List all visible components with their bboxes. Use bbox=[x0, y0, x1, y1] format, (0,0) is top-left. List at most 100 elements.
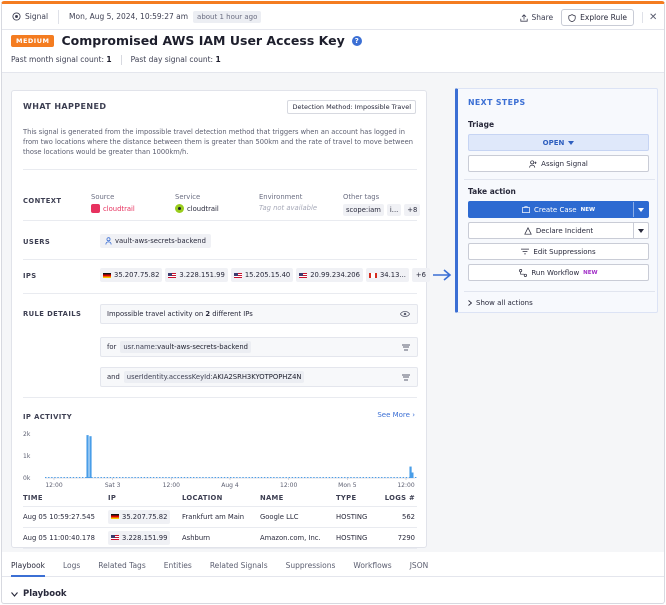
ip-pill[interactable]: 20.99.234.206 bbox=[296, 268, 363, 282]
service-value[interactable]: cloudtrail bbox=[187, 205, 219, 213]
baseline-bar bbox=[328, 477, 331, 478]
user-pill[interactable]: vault-aws-secrets-backend bbox=[100, 234, 211, 248]
baseline-bar bbox=[325, 477, 327, 478]
tab-json[interactable]: JSON bbox=[410, 555, 429, 577]
baseline-bar bbox=[196, 477, 198, 478]
baseline-bar bbox=[85, 477, 87, 478]
activity-bar bbox=[86, 435, 89, 478]
share-label: Share bbox=[531, 13, 554, 22]
create-case-button[interactable]: Create Case NEW bbox=[468, 201, 649, 218]
tab-suppressions[interactable]: Suppressions bbox=[286, 555, 336, 577]
column-header[interactable]: NAME bbox=[260, 491, 336, 507]
table-row[interactable]: Aug 05 10:59:27.545 35.207.75.82 Frankfu… bbox=[23, 506, 417, 528]
ip-value: 34.13... bbox=[379, 271, 406, 279]
service-key: Service bbox=[175, 193, 201, 201]
baseline-bar bbox=[297, 477, 300, 478]
tab-playbook[interactable]: Playbook bbox=[11, 555, 45, 577]
baseline-bar bbox=[115, 477, 118, 478]
baseline-bar bbox=[331, 477, 334, 478]
baseline-bar bbox=[223, 477, 226, 478]
source-value[interactable]: cloudtrail bbox=[103, 205, 135, 213]
past-month-label: Past month signal count: bbox=[11, 55, 104, 64]
baseline-bar bbox=[368, 477, 371, 478]
baseline-bar bbox=[45, 477, 47, 478]
take-action-label: Take action bbox=[468, 187, 516, 196]
filter-icon[interactable] bbox=[402, 343, 410, 352]
rule-icon bbox=[568, 13, 576, 22]
service-icon bbox=[175, 204, 184, 213]
baseline-bar bbox=[396, 477, 398, 478]
rule-line-1-count: 2 bbox=[205, 310, 211, 318]
rule-line-1: Impossible travel activity on 2 differen… bbox=[100, 304, 418, 324]
show-all-actions-toggle[interactable]: Show all actions bbox=[468, 299, 533, 307]
column-header[interactable]: IP bbox=[108, 491, 182, 507]
ips-more[interactable]: +6 bbox=[411, 268, 430, 282]
ip-activity-table: TIME IP LOCATION NAME TYPE LOGS # Aug 05… bbox=[23, 491, 417, 549]
environment-value: Tag not available bbox=[259, 204, 318, 212]
other-tags-more[interactable]: +8 bbox=[404, 204, 421, 216]
assign-signal-button[interactable]: Assign Signal bbox=[468, 155, 649, 172]
baseline-bar bbox=[94, 477, 96, 478]
past-month-count: 1 bbox=[106, 55, 112, 64]
rule-line-2: for usr.name:vault-aws-secrets-backend bbox=[100, 337, 418, 357]
tab-workflows[interactable]: Workflows bbox=[353, 555, 391, 577]
column-header[interactable]: LOCATION bbox=[182, 491, 260, 507]
tab-related-tags[interactable]: Related Tags bbox=[98, 555, 145, 577]
tab-logs[interactable]: Logs bbox=[63, 555, 80, 577]
table-row[interactable]: Aug 05 11:00:40.178 3.228.151.99 Ashburn… bbox=[23, 527, 417, 549]
ip-cell[interactable]: 35.207.75.82 bbox=[108, 506, 182, 528]
ip-pill[interactable]: 34.13... bbox=[365, 268, 409, 282]
column-header[interactable]: TYPE bbox=[336, 491, 381, 507]
list-icon bbox=[521, 248, 530, 255]
create-case-dropdown[interactable] bbox=[633, 202, 648, 217]
caret-down-icon bbox=[638, 228, 644, 233]
edit-suppressions-button[interactable]: Edit Suppressions bbox=[468, 243, 649, 260]
declare-incident-dropdown[interactable] bbox=[633, 223, 648, 238]
us-flag-icon bbox=[299, 272, 308, 278]
column-header[interactable]: TIME bbox=[23, 491, 108, 507]
status-dropdown[interactable]: OPEN bbox=[468, 134, 649, 151]
baseline-bar bbox=[310, 477, 312, 478]
x-tick-label: 12:00 bbox=[397, 482, 414, 489]
rule-query-key: userIdentity.accessKeyId:AKIA2SRH3KYOTPO… bbox=[123, 371, 305, 383]
baseline-bar bbox=[100, 477, 102, 478]
share-button[interactable]: Share bbox=[520, 13, 553, 22]
baseline-bar bbox=[245, 477, 247, 478]
explore-rule-button[interactable]: Explore Rule bbox=[561, 9, 634, 26]
baseline-bar bbox=[267, 477, 269, 478]
baseline-bar bbox=[125, 477, 127, 478]
rule-details-label: RULE DETAILS bbox=[23, 310, 82, 318]
help-icon[interactable]: ? bbox=[351, 35, 362, 46]
status-value: OPEN bbox=[542, 138, 565, 147]
other-tag-truncated[interactable]: i... bbox=[386, 204, 402, 216]
baseline-bar bbox=[374, 477, 377, 478]
eye-icon[interactable] bbox=[400, 311, 410, 317]
baseline-bar bbox=[106, 477, 109, 478]
see-more-link[interactable]: See More › bbox=[377, 411, 415, 419]
baseline-bar bbox=[313, 477, 315, 478]
baseline-bar bbox=[393, 477, 395, 478]
ip-cell[interactable]: 3.228.151.99 bbox=[108, 527, 182, 549]
ip-pill[interactable]: 35.207.75.82 bbox=[100, 268, 163, 282]
baseline-bar bbox=[236, 477, 238, 478]
close-icon[interactable]: ✕ bbox=[642, 12, 657, 23]
filter-icon[interactable] bbox=[402, 373, 410, 382]
us-flag-icon bbox=[233, 272, 242, 278]
baseline-bar bbox=[387, 477, 389, 478]
column-header[interactable]: LOGS # bbox=[381, 491, 417, 507]
baseline-bar bbox=[402, 477, 405, 478]
other-tag[interactable]: scope:iam bbox=[343, 204, 384, 216]
baseline-bar bbox=[239, 477, 241, 478]
declare-incident-button[interactable]: Declare Incident bbox=[468, 222, 649, 239]
ip-pill[interactable]: 15.205.15.40 bbox=[230, 268, 294, 282]
ip-pill[interactable]: 3.228.151.99 bbox=[165, 268, 228, 282]
tab-related-signals[interactable]: Related Signals bbox=[210, 555, 268, 577]
run-workflow-button[interactable]: Run Workflow NEW bbox=[468, 264, 649, 281]
playbook-section-toggle[interactable]: Playbook bbox=[11, 589, 67, 599]
cloudtrail-icon bbox=[91, 204, 100, 213]
tab-entities[interactable]: Entities bbox=[164, 555, 192, 577]
query-value: AKIA2SRH3KYOTPOPHZ4N bbox=[212, 373, 302, 381]
baseline-bar bbox=[254, 477, 257, 478]
baseline-bar bbox=[334, 477, 337, 478]
main-content: WHAT HAPPENED Detection Method: Impossib… bbox=[2, 72, 664, 552]
